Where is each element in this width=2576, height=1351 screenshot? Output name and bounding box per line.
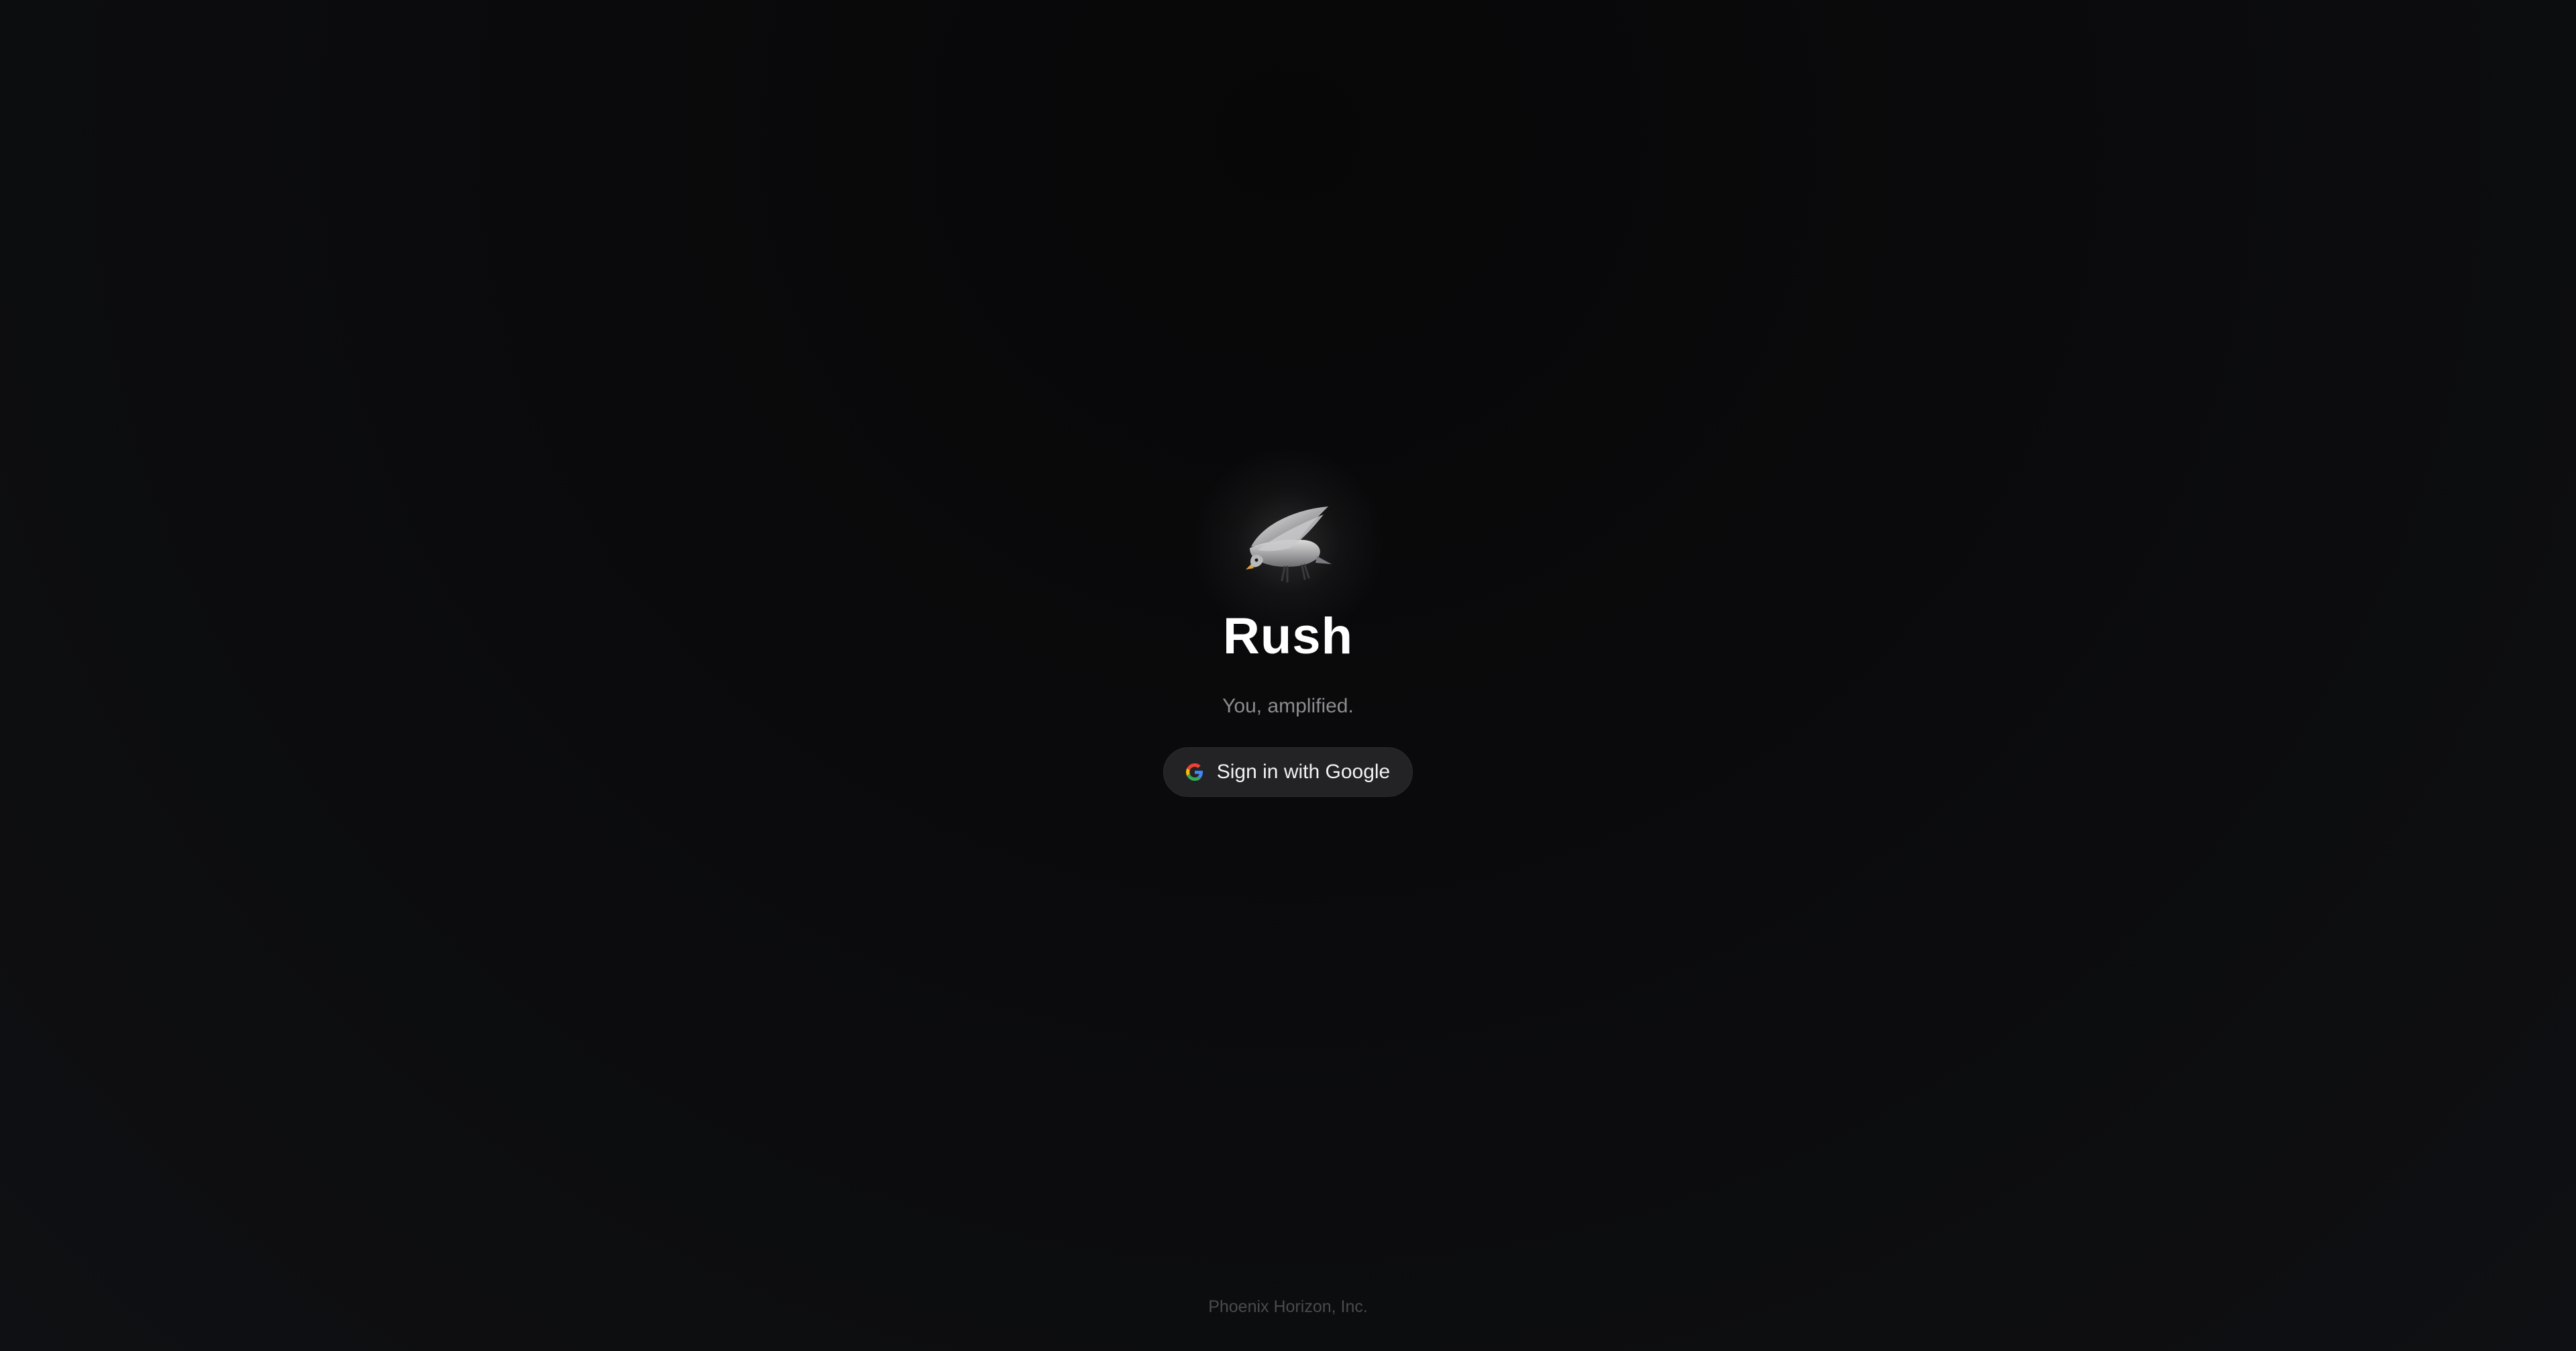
footer-company: Phoenix Horizon, Inc.	[1208, 1297, 1368, 1316]
app-title: Rush	[1223, 608, 1353, 665]
app-logo	[1177, 446, 1399, 641]
falcon-logo-icon	[1246, 506, 1332, 583]
google-signin-button[interactable]: Sign in with Google	[1163, 747, 1413, 797]
app-tagline: You, amplified.	[1222, 695, 1354, 717]
google-g-icon	[1185, 763, 1203, 781]
google-signin-label: Sign in with Google	[1216, 761, 1391, 783]
